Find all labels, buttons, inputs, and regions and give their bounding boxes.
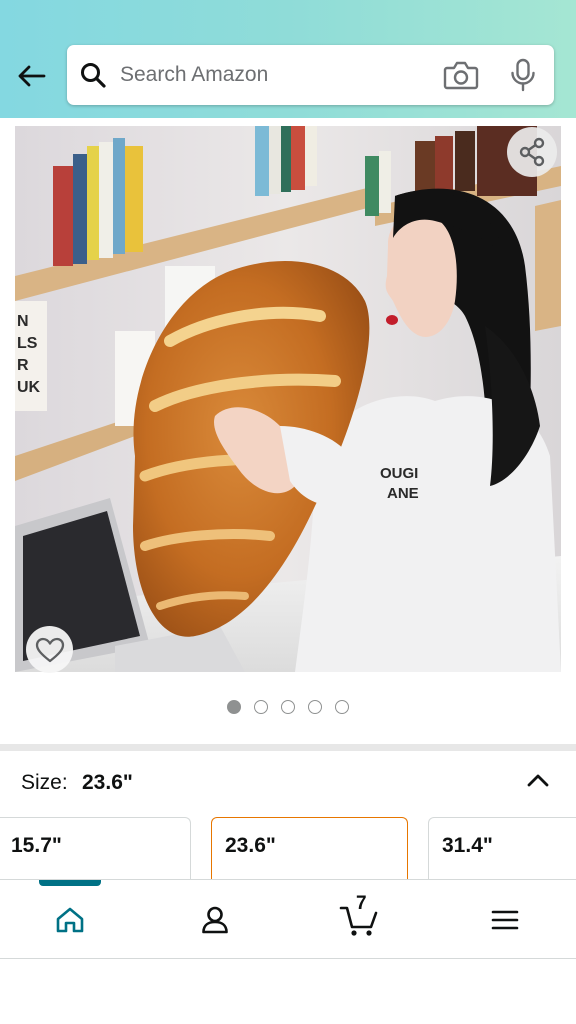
active-tab-indicator [39,880,101,886]
carousel-dot-1[interactable] [227,700,241,714]
size-option-15-7[interactable]: 15.7" [0,817,191,879]
menu-icon [491,910,519,930]
carousel-dot-4[interactable] [308,700,322,714]
wishlist-button[interactable] [26,626,73,673]
bottom-navigation: 7 [0,879,576,959]
home-icon [56,907,84,933]
carousel-dot-3[interactable] [281,700,295,714]
svg-text:ANE: ANE [387,485,419,502]
share-button[interactable] [507,127,557,177]
camera-icon[interactable] [443,59,479,91]
nav-home[interactable] [47,898,93,942]
size-label: Size: [21,771,68,794]
nav-cart[interactable]: 7 [335,893,385,942]
header-bar [0,0,576,118]
carousel-dot-2[interactable] [254,700,268,714]
cart-count-badge: 7 [356,893,367,914]
arrow-left-icon [18,65,46,87]
svg-text:LS: LS [17,335,38,352]
svg-text:UK: UK [17,379,41,396]
product-image[interactable]: N LS R UK OUGI ANE [15,126,561,672]
size-option-label: 15.7" [11,834,62,857]
svg-text:R: R [17,357,29,374]
carousel-dot-5[interactable] [335,700,349,714]
size-selector-header[interactable]: Size: 23.6" [0,751,576,813]
size-option-label: 23.6" [225,834,276,857]
share-icon [519,137,545,167]
bread-pillow-photo: N LS R UK OUGI ANE [15,126,561,672]
nav-account[interactable] [192,898,238,942]
search-input[interactable] [120,57,420,93]
heart-icon [35,637,64,662]
svg-text:N: N [17,313,29,330]
product-page: N LS R UK OUGI ANE [0,0,576,1024]
section-divider [0,744,576,751]
back-button[interactable] [12,58,50,94]
microphone-icon[interactable] [509,58,537,92]
size-option-31-4[interactable]: 31.4" [428,817,576,879]
search-bar [67,45,554,105]
search-icon [81,63,106,88]
size-option-label: 31.4" [442,834,493,857]
nav-menu[interactable] [482,898,528,942]
image-carousel-dots [0,700,576,714]
size-option-23-6[interactable]: 23.6" [211,817,408,879]
size-selected-value: 23.6" [82,771,133,794]
chevron-up-icon[interactable] [526,771,550,789]
user-icon [202,906,228,934]
svg-text:OUGI: OUGI [380,465,418,482]
